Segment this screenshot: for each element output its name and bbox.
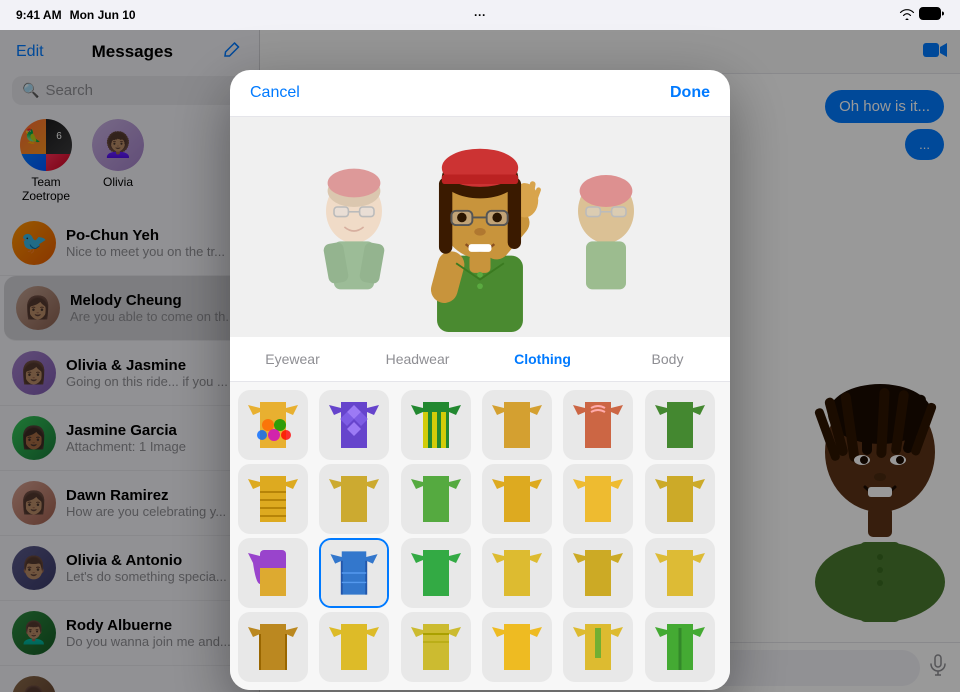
preview-memoji-right (561, 142, 651, 312)
clothing-item-8[interactable] (319, 464, 389, 534)
modal-overlay: Cancel Done (0, 30, 960, 692)
clothing-item-21[interactable] (401, 612, 471, 682)
status-bar-right (899, 7, 944, 23)
tab-clothing[interactable]: Clothing (480, 345, 605, 373)
clothing-item-7[interactable] (238, 464, 308, 534)
status-bar: 9:41 AM Mon Jun 10 ··· (0, 0, 960, 30)
clothing-item-17[interactable] (563, 538, 633, 608)
clothing-item-10[interactable] (482, 464, 552, 534)
preview-memoji-left (309, 142, 399, 312)
tab-eyewear[interactable]: Eyewear (230, 345, 355, 373)
clothing-item-23[interactable] (563, 612, 633, 682)
wifi-icon (899, 8, 915, 23)
clothing-item-9[interactable] (401, 464, 471, 534)
clothing-item-4[interactable] (482, 390, 552, 460)
tab-headwear[interactable]: Headwear (355, 345, 480, 373)
clothing-grid (230, 382, 730, 690)
clothing-item-1[interactable] (238, 390, 308, 460)
main-layout: Edit Messages 🔍 Search � (0, 30, 960, 692)
clothing-item-13[interactable] (238, 538, 308, 608)
status-bar-center: ··· (474, 8, 486, 22)
status-day: Mon Jun 10 (70, 8, 136, 22)
clothing-item-16[interactable] (482, 538, 552, 608)
status-time: 9:41 AM (16, 8, 62, 22)
clothing-item-19[interactable] (238, 612, 308, 682)
modal-done-button[interactable]: Done (670, 84, 710, 102)
modal-header: Cancel Done (230, 70, 730, 117)
clothing-item-20[interactable] (319, 612, 389, 682)
clothing-item-12[interactable] (645, 464, 715, 534)
clothing-item-15[interactable] (401, 538, 471, 608)
clothing-item-24[interactable] (645, 612, 715, 682)
category-tabs: Eyewear Headwear Clothing Body (230, 337, 730, 382)
clothing-item-5[interactable] (563, 390, 633, 460)
modal-cancel-button[interactable]: Cancel (250, 84, 300, 102)
battery-icon (919, 7, 944, 23)
clothing-item-11[interactable] (563, 464, 633, 534)
clothing-item-6[interactable] (645, 390, 715, 460)
status-dots: ··· (474, 8, 486, 22)
clothing-item-2[interactable] (319, 390, 389, 460)
tab-body[interactable]: Body (605, 345, 730, 373)
memoji-editor-modal: Cancel Done (230, 70, 730, 690)
modal-preview-area (230, 117, 730, 337)
clothing-item-22[interactable] (482, 612, 552, 682)
ipad-screen: 9:41 AM Mon Jun 10 ··· (0, 0, 960, 692)
preview-memoji-center (415, 127, 545, 327)
clothing-item-18[interactable] (645, 538, 715, 608)
clothing-item-3[interactable] (401, 390, 471, 460)
clothing-item-14[interactable] (319, 538, 389, 608)
status-bar-left: 9:41 AM Mon Jun 10 (16, 8, 136, 22)
